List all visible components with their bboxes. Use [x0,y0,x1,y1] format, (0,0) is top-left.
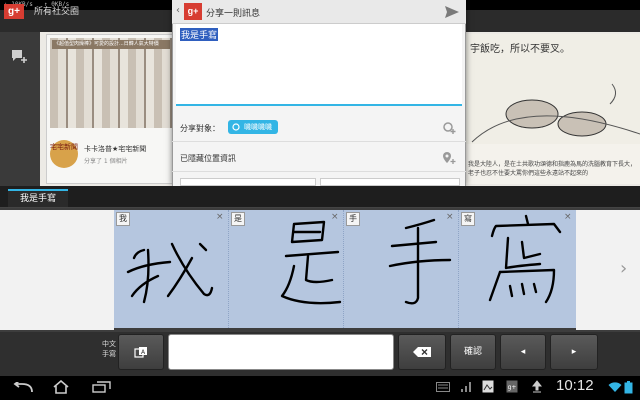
input-mode-method: 手寫 [102,350,116,358]
compose-input[interactable] [176,24,462,106]
cursor-left-button[interactable]: ◂ [500,334,546,370]
gplus-notification-icon[interactable]: g+ [506,380,518,393]
circle-selector[interactable]: 所有社交圈 [34,4,79,17]
location-pin-icon[interactable] [442,151,456,164]
post-image-left[interactable] [50,38,172,128]
cell-label[interactable]: 是 [231,212,245,226]
close-icon[interactable]: × [564,212,572,222]
attachment-tile[interactable] [180,178,316,186]
upload-icon [532,380,542,393]
post-caption: 宇飯吃，所以不要叉。 [470,44,570,55]
close-icon[interactable]: × [331,212,339,222]
cell-label[interactable]: 寫 [461,212,475,226]
gplus-logo[interactable]: g+ [4,4,24,19]
post-text: 我是大陸人，是在土共歌功頌德和指鹿為馬的洗腦教育下長大，老子也忍不住要大罵你們這… [468,161,637,177]
cursor-right-button[interactable]: ▸ [550,334,598,370]
handwriting-margin-right[interactable] [576,210,640,330]
post-author[interactable]: 卡卡洛普★宅宅新聞 [84,144,146,154]
input-mode: 中文 手寫 [86,339,116,359]
location-label: 已隱藏位置資訊 [180,154,236,163]
chevron-right-icon[interactable]: › [620,258,627,279]
home-nav-icon[interactable] [52,380,70,394]
keyboard-notification-icon[interactable] [436,382,450,392]
backspace-button[interactable] [398,334,446,370]
compose-selected-text[interactable]: 我是手寫 [180,28,219,41]
send-icon[interactable] [444,5,460,19]
handwriting-strokes [126,214,562,305]
svg-text:g+: g+ [508,384,517,391]
battery-icon [624,381,633,394]
back-nav-icon[interactable] [12,382,34,394]
wifi-icon [608,382,622,392]
confirm-button[interactable]: 確認 [450,334,496,370]
attachment-tiles [180,178,460,186]
gplus-logo-icon[interactable]: g+ [184,3,202,20]
candidate-word[interactable]: 我是手寫 [8,189,69,207]
close-icon[interactable]: × [446,212,454,222]
candidate-bar [0,186,640,208]
signal-bars-icon [461,382,471,392]
recent-apps-icon[interactable] [92,381,112,393]
ime-text-field[interactable] [168,334,394,370]
post-subtitle: 分享了 1 個相片 [84,158,128,165]
backspace-icon [413,347,431,357]
add-circle-icon[interactable] [442,121,456,134]
gallery-notification-icon[interactable] [482,380,494,393]
new-post-icon[interactable] [10,48,28,64]
handwriting-margin-left[interactable] [0,210,114,330]
back-icon[interactable]: ‹ [176,5,180,16]
input-mode-language: 中文 [102,340,116,348]
close-icon[interactable]: × [216,212,224,222]
share-to-label: 分享對象： [180,124,220,133]
circle-icon [232,123,240,131]
avatar[interactable]: 宅宅新聞 [50,140,78,168]
cell-label[interactable]: 我 [116,212,130,226]
share-title: 分享一則訊息 [206,9,261,19]
cell-label[interactable]: 手 [346,212,360,226]
keyboard-switch-icon: A [134,347,147,358]
clock[interactable]: 10:12 [556,377,594,394]
switch-keyboard-button[interactable]: A [118,334,164,370]
post-banner-text: 《超值型肉燥棒》可愛的設計...日韓人氣大特價 [52,40,170,49]
attachment-tile[interactable] [320,178,460,186]
